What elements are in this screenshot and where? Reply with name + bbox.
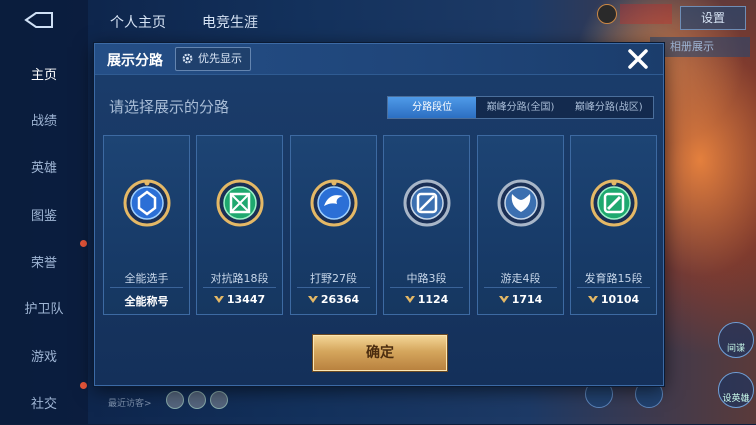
- nav-item-home[interactable]: 主页: [0, 64, 88, 83]
- rank-points-icon: [404, 296, 415, 303]
- lane-score: 1714: [478, 293, 563, 306]
- lane-name: 发育路15段: [584, 272, 643, 285]
- lane-score: 26364: [291, 293, 376, 306]
- allround-emblem-icon: [123, 179, 171, 227]
- notification-dot: [80, 240, 87, 247]
- confirm-button[interactable]: 确定: [313, 335, 447, 371]
- album-button[interactable]: 相册展示: [650, 37, 750, 57]
- rank-points-icon: [213, 296, 224, 303]
- nav-item-codex[interactable]: 图鉴: [0, 205, 88, 224]
- dialog-header: 展示分路 优先显示: [95, 44, 663, 75]
- rank-points-icon: [498, 296, 509, 303]
- rank-points-icon: [307, 296, 318, 303]
- lane-card-allround[interactable]: 全能选手 全能称号: [103, 135, 190, 315]
- lane-card-roam[interactable]: 游走4段 1714: [477, 135, 564, 315]
- card-divider: [484, 287, 557, 288]
- right-action-button[interactable]: 设英雄: [718, 372, 754, 408]
- card-divider: [110, 287, 183, 288]
- tab-peak-national[interactable]: 巅峰分路(全国): [476, 97, 564, 118]
- notification-dot: [80, 382, 87, 389]
- card-divider: [297, 287, 370, 288]
- lane-card-mid[interactable]: 中路3段 1124: [383, 135, 470, 315]
- lane-score: 1124: [384, 293, 469, 306]
- card-divider: [203, 287, 276, 288]
- jungle-emblem-icon: [310, 179, 358, 227]
- tab-esports[interactable]: 电竞生涯: [202, 12, 258, 32]
- nav-item-record[interactable]: 战绩: [0, 110, 88, 129]
- nav-item-game[interactable]: 游戏: [0, 346, 88, 365]
- lane-score: 10104: [571, 293, 656, 306]
- gear-icon: [182, 53, 193, 64]
- top-info-badge: [620, 4, 672, 24]
- clash-lane-emblem-icon: [216, 179, 264, 227]
- lane-score: 13447: [197, 293, 282, 306]
- right-action-button[interactable]: 间谍: [718, 322, 754, 358]
- lane-mode-tabs: 分路段位 巅峰分路(全国) 巅峰分路(战区): [387, 96, 654, 119]
- close-icon[interactable]: [625, 46, 651, 72]
- farm-lane-emblem-icon: [590, 179, 638, 227]
- visitor-avatar[interactable]: [166, 391, 184, 409]
- lane-name: 全能选手: [124, 272, 169, 285]
- tab-peak-region[interactable]: 巅峰分路(战区): [565, 97, 653, 118]
- tab-profile[interactable]: 个人主页: [110, 12, 166, 32]
- nav-item-guard[interactable]: 护卫队: [0, 298, 88, 317]
- nav-item-heroes[interactable]: 英雄: [0, 157, 88, 176]
- visitor-avatar[interactable]: [188, 391, 206, 409]
- lane-name: 打野27段: [310, 272, 357, 285]
- back-icon[interactable]: [22, 10, 56, 30]
- lane-card-farm[interactable]: 发育路15段 10104: [570, 135, 657, 315]
- visitor-avatar[interactable]: [210, 391, 228, 409]
- select-lane-prompt: 请选择展示的分路: [109, 98, 230, 116]
- roam-emblem-icon: [497, 179, 545, 227]
- nav-item-honor[interactable]: 荣誉: [0, 252, 88, 271]
- nav-item-social[interactable]: 社交: [0, 393, 88, 412]
- lane-name: 中路3段: [406, 272, 447, 285]
- lane-card-jungle[interactable]: 打野27段 26364: [290, 135, 377, 315]
- priority-display-button[interactable]: 优先显示: [175, 47, 251, 71]
- rank-points-icon: [587, 296, 598, 303]
- settings-button[interactable]: 设置: [680, 6, 746, 30]
- priority-display-label: 优先显示: [198, 52, 242, 65]
- tab-lane-rank[interactable]: 分路段位: [388, 97, 477, 118]
- lane-name: 对抗路18段: [210, 272, 269, 285]
- lane-card-clash[interactable]: 对抗路18段 13447: [196, 135, 283, 315]
- recent-visitors-label[interactable]: 最近访客>: [108, 396, 152, 409]
- avatar[interactable]: [597, 4, 617, 24]
- lane-score: 全能称号: [124, 295, 169, 308]
- card-divider: [390, 287, 463, 288]
- mid-lane-emblem-icon: [403, 179, 451, 227]
- lane-name: 游走4段: [500, 272, 541, 285]
- side-nav: 主页 战绩 英雄 图鉴 荣誉 护卫队 游戏 社交: [0, 0, 88, 424]
- dialog-title: 展示分路: [107, 53, 163, 69]
- lane-display-dialog: 展示分路 优先显示 请选择展示的分路 分路段位 巅峰分路(全国) 巅峰分路(战区…: [94, 43, 664, 386]
- card-divider: [577, 287, 650, 288]
